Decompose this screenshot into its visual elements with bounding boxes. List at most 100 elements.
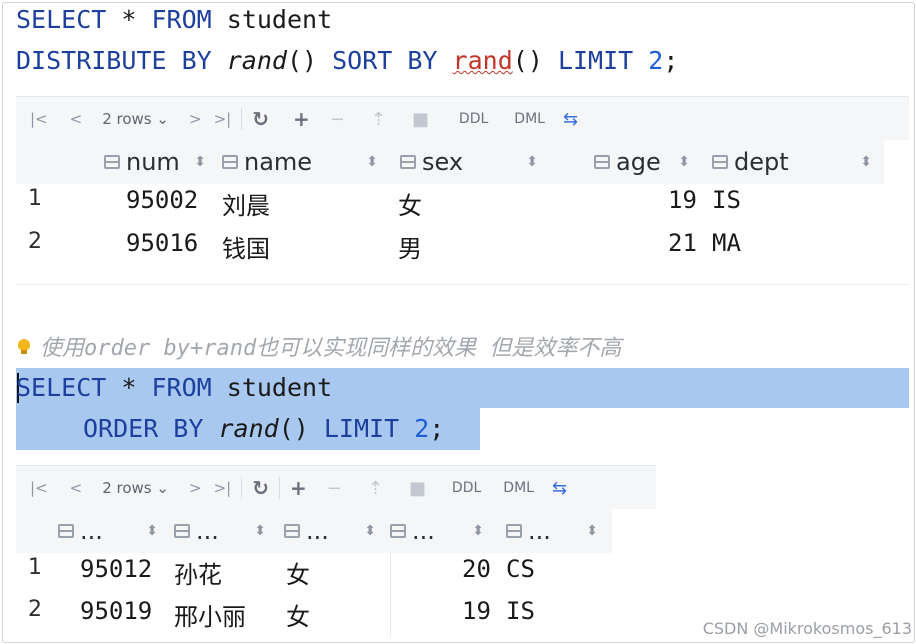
code-comment[interactable]: 使用order by+rand也可以实现同样的效果 但是效率不高 [16,330,621,362]
keyword-sort-by: SORT BY [332,46,438,75]
separator [278,477,280,499]
add-row-icon[interactable]: + [287,105,316,133]
next-page-icon[interactable]: > [183,105,208,133]
lightbulb-icon[interactable] [16,337,32,355]
prev-page-icon[interactable]: < [64,105,89,133]
column-header-3[interactable]: ... ⬍ [284,509,384,553]
query2-line2[interactable]: ORDER BY rand() LIMIT 2; [83,409,444,449]
cell-name[interactable]: 邢小丽 [174,597,246,632]
sort-icon[interactable]: ⬍ [586,523,598,539]
refresh-icon[interactable]: ↻ [246,105,275,133]
column-header-num[interactable]: num ⬍ [104,140,214,184]
column-header-5[interactable]: ... ⬍ [506,509,606,553]
cell-sex[interactable]: 男 [398,229,422,264]
keyword-from: FROM [151,373,212,402]
prev-page-icon[interactable]: < [64,474,89,502]
cell-name[interactable]: 孙花 [174,555,222,590]
column-header-sex[interactable]: sex ⬍ [400,140,546,184]
column-header-1[interactable]: ... ⬍ [58,509,166,553]
keyword-limit: LIMIT [323,414,400,443]
separator [241,108,243,130]
limit-number: 2 [414,414,430,443]
compare-icon[interactable]: ⇆ [557,105,584,133]
cell-num[interactable]: 95012 [80,555,152,583]
remove-row-icon[interactable]: − [321,474,348,502]
row-number[interactable]: 2 [28,229,42,254]
cell-sex[interactable]: 女 [286,555,310,590]
cell-num[interactable]: 95016 [126,229,198,257]
refresh-icon[interactable]: ↻ [246,474,275,502]
revert-icon[interactable]: ⇡ [365,105,392,133]
column-header-age[interactable]: age ⬍ [594,140,698,184]
sort-icon[interactable]: ⬍ [254,523,266,539]
sort-icon[interactable]: ⬍ [678,154,690,170]
sort-icon[interactable]: ⬍ [364,523,376,539]
result-toolbar-2: |< < 2 rows ⌄ > >| ↻ + − ⇡ ■ DDL DML ⇆ [16,465,656,510]
column-header-2[interactable]: ... ⬍ [174,509,274,553]
keyword-limit: LIMIT [557,46,634,75]
limit-number: 2 [648,46,664,75]
grid-header: ... ⬍ ... ⬍ ... ⬍ ... ⬍ ... ⬍ [16,509,612,553]
column-icon [594,155,610,169]
keyword-from: FROM [151,5,212,34]
watermark: CSDN @Mikrokosmos_613 [702,619,912,638]
compare-icon[interactable]: ⇆ [546,474,573,502]
column-label: age [616,148,661,176]
last-page-icon[interactable]: >| [208,474,238,502]
semicolon: ; [429,414,445,443]
sort-icon[interactable]: ⬍ [194,154,206,170]
stop-icon[interactable]: ■ [403,474,432,502]
add-row-icon[interactable]: + [284,474,313,502]
comment-text: 使用order by+rand也可以实现同样的效果 但是效率不高 [40,336,622,361]
sort-icon[interactable]: ⬍ [526,154,538,170]
semicolon: ; [663,46,679,75]
cell-num[interactable]: 95002 [126,186,198,214]
sort-icon[interactable]: ⬍ [860,154,872,170]
ddl-button[interactable]: DDL [453,105,494,133]
last-page-icon[interactable]: >| [208,105,238,133]
cell-age[interactable]: 19 [462,597,491,625]
query1-line1[interactable]: SELECT * FROM student [16,0,332,40]
sort-icon[interactable]: ⬍ [366,154,378,170]
cell-sex[interactable]: 女 [398,186,422,221]
cell-name[interactable]: 钱国 [222,229,270,264]
function-rand-warning: rand [452,46,513,75]
dml-button[interactable]: DML [497,474,540,502]
column-label: num [126,148,180,176]
column-header-dept[interactable]: dept ⬍ [712,140,880,184]
separator [241,477,243,499]
row-number[interactable]: 1 [28,555,42,580]
column-label: sex [422,148,464,176]
cell-age[interactable]: 20 [462,555,491,583]
query1-line2[interactable]: DISTRIBUTE BY rand() SORT BY rand() LIMI… [16,41,678,81]
parens: () [512,46,543,75]
cell-dept[interactable]: MA [712,229,741,257]
sort-icon[interactable]: ⬍ [146,523,158,539]
column-icon [506,524,522,538]
cell-age[interactable]: 19 [668,186,697,214]
next-page-icon[interactable]: > [183,474,208,502]
ddl-button[interactable]: DDL [446,474,487,502]
row-number[interactable]: 1 [28,186,42,211]
stop-icon[interactable]: ■ [406,105,435,133]
cell-dept[interactable]: IS [506,597,535,625]
query2-line1[interactable]: SELECT * FROM student [16,368,332,408]
sort-icon[interactable]: ⬍ [472,523,484,539]
rows-dropdown[interactable]: 2 rows ⌄ [96,105,175,133]
column-header-name[interactable]: name ⬍ [222,140,386,184]
cell-dept[interactable]: IS [712,186,741,214]
cell-age[interactable]: 21 [668,229,697,257]
remove-row-icon[interactable]: − [324,105,351,133]
cell-num[interactable]: 95019 [80,597,152,625]
keyword-distribute-by: DISTRIBUTE BY [16,46,212,75]
cell-name[interactable]: 刘晨 [222,186,270,221]
rows-dropdown[interactable]: 2 rows ⌄ [96,474,175,502]
revert-icon[interactable]: ⇡ [362,474,389,502]
cell-sex[interactable]: 女 [286,597,310,632]
cell-dept[interactable]: CS [506,555,535,583]
row-number[interactable]: 2 [28,597,42,622]
column-header-4[interactable]: ... ⬍ [390,509,492,553]
dml-button[interactable]: DML [508,105,551,133]
first-page-icon[interactable]: |< [24,474,54,502]
first-page-icon[interactable]: |< [24,105,54,133]
